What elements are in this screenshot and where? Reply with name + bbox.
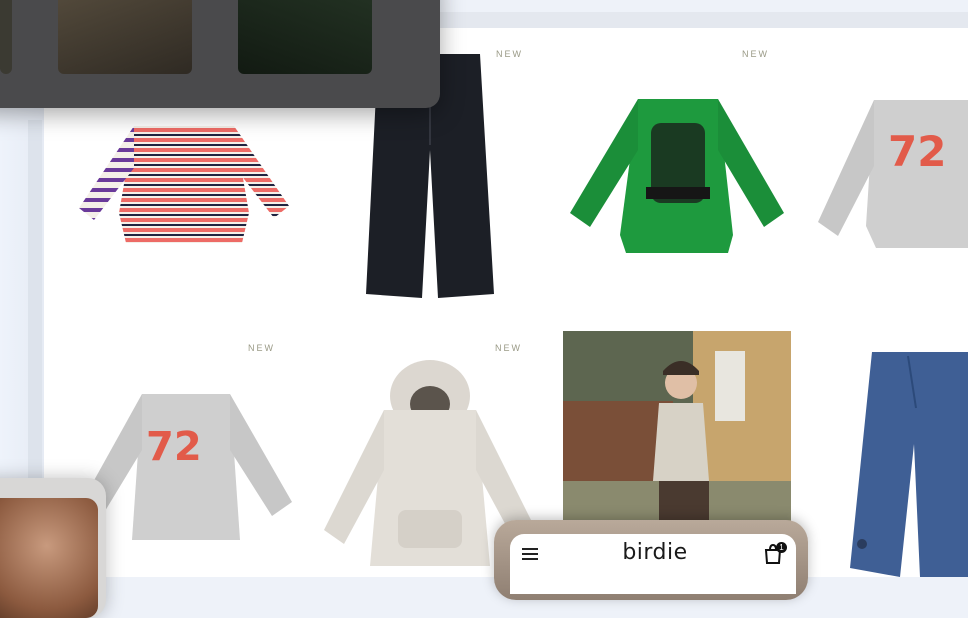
floating-photo-card <box>0 478 106 618</box>
new-badge: NEW <box>495 343 522 353</box>
top-bar <box>440 12 968 28</box>
hamburger-menu-icon[interactable] <box>522 548 538 562</box>
product-striped-tee[interactable] <box>74 118 294 248</box>
floating-gallery-card <box>0 0 440 108</box>
denim-pants-image <box>850 352 968 577</box>
new-badge: NEW <box>742 49 769 59</box>
gallery-thumbnail[interactable] <box>58 0 192 74</box>
svg-text:72: 72 <box>146 424 202 470</box>
new-badge: NEW <box>248 343 275 353</box>
grey-sweatshirt-image: 72 <box>82 394 292 540</box>
gallery-thumbnail[interactable] <box>0 0 12 74</box>
product-lifestyle-photo[interactable] <box>563 331 791 521</box>
striped-shirt-image <box>79 126 289 243</box>
green-sweatshirt-image <box>570 99 784 253</box>
store-logo[interactable]: birdie <box>600 540 710 565</box>
new-badge: NEW <box>496 49 523 59</box>
grey-sweatshirt-image: 72 <box>818 100 968 248</box>
cart-count-badge: 1 <box>776 542 787 553</box>
product-grey-72-sweatshirt[interactable]: 72 <box>816 96 968 252</box>
lifestyle-photo-image <box>563 331 791 521</box>
product-green-sweatshirt[interactable] <box>568 95 786 255</box>
gallery-thumbnail[interactable] <box>238 0 372 74</box>
svg-text:72: 72 <box>888 127 946 176</box>
product-denim-pants[interactable] <box>848 348 968 577</box>
photo-thumbnail[interactable] <box>0 498 98 618</box>
product-grey-72-sweatshirt[interactable]: 72 <box>80 390 294 548</box>
